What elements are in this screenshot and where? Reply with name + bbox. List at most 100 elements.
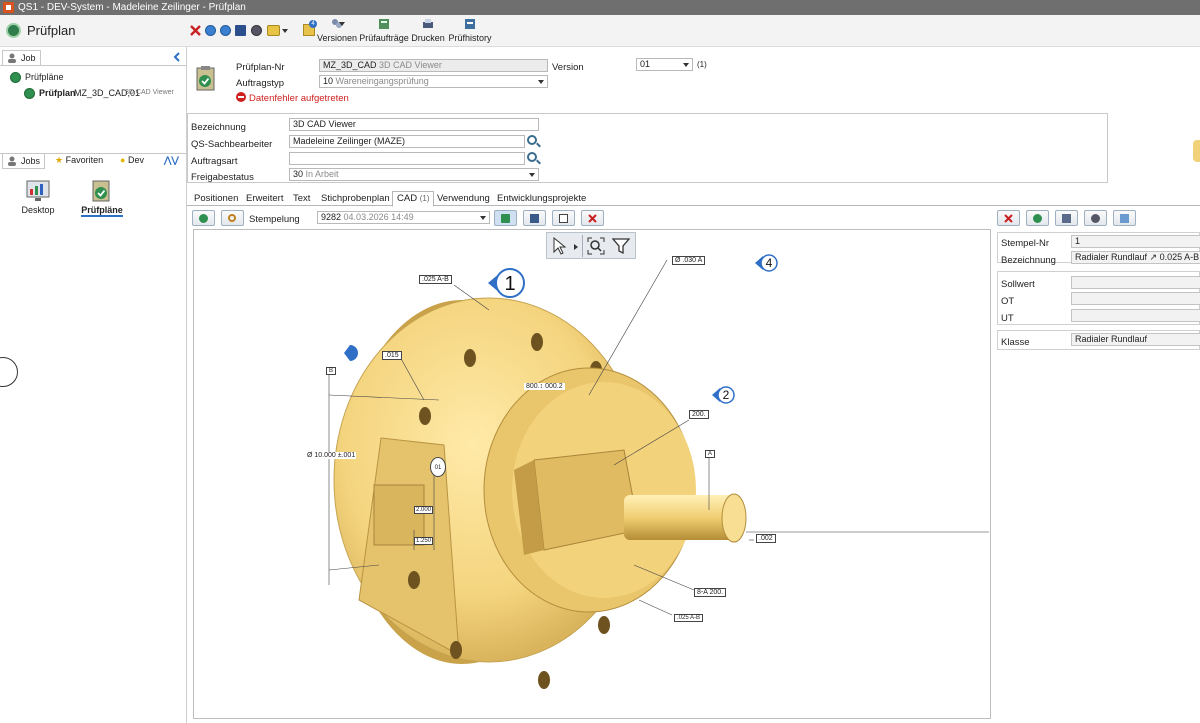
qs-input[interactable]: Madeleine Zeilinger (MAZE) xyxy=(289,135,525,148)
tab-stichprobenplan[interactable]: Stichprobenplan xyxy=(317,192,394,206)
fcf-top[interactable]: .025 A-B xyxy=(419,275,452,284)
stempel-nr-field[interactable]: 1 xyxy=(1071,235,1200,248)
table-button[interactable] xyxy=(523,210,546,226)
ot-field[interactable] xyxy=(1071,292,1200,305)
save-icon[interactable] xyxy=(235,25,246,36)
versionen-label: Versionen xyxy=(317,33,358,43)
fcf-200ab[interactable]: 8-A 200. xyxy=(694,588,727,597)
search-icon[interactable] xyxy=(527,135,537,145)
lightbulb-icon: ● xyxy=(120,155,126,165)
drucken-label: Drucken xyxy=(411,33,445,43)
stempelung-label: Stempelung xyxy=(249,214,300,225)
tab-positionen[interactable]: Positionen xyxy=(190,192,242,206)
forward-icon[interactable] xyxy=(220,25,231,36)
tab-dev-label: Dev xyxy=(127,155,144,165)
prop-doc-button[interactable] xyxy=(1113,210,1136,226)
tab-favoriten-label: Favoriten xyxy=(65,155,104,165)
dim-800[interactable]: 800.↕ 000.2 xyxy=(524,383,565,390)
fcf-025b[interactable]: .025 A-B xyxy=(674,614,704,622)
collapse-panel-icon[interactable] xyxy=(172,52,182,62)
dim-200[interactable]: 200. xyxy=(689,410,709,419)
stempelung-select[interactable]: 9282 04.03.2026 14:49 xyxy=(317,211,490,224)
delete-stamp-button[interactable] xyxy=(581,210,604,226)
tab-jobs[interactable]: Jobs xyxy=(2,154,46,169)
tab-job[interactable]: Job xyxy=(2,50,41,65)
pruefplan-icon xyxy=(196,66,215,91)
tile-pruefplaene-label: Prüfpläne xyxy=(81,205,123,217)
versionen-dropdown-icon[interactable] xyxy=(339,22,345,26)
checklist-icon xyxy=(10,72,21,83)
drucken-button[interactable]: Drucken xyxy=(410,17,446,43)
chevron-down-icon xyxy=(529,173,535,177)
add-stamp-button[interactable] xyxy=(192,210,215,226)
tab-verwendung[interactable]: Verwendung xyxy=(433,192,494,206)
tab-favoriten[interactable]: ★ Favoriten xyxy=(55,155,103,166)
datum-b[interactable]: B xyxy=(326,367,337,375)
side-handle[interactable] xyxy=(0,357,18,387)
bezeichnung-input[interactable]: 3D CAD Viewer xyxy=(289,118,539,131)
zoom-button[interactable] xyxy=(552,210,575,226)
edge-decoration xyxy=(1193,140,1200,162)
app-icon xyxy=(3,2,14,13)
prop-edit-button[interactable] xyxy=(1055,210,1078,226)
prop-refresh-button[interactable] xyxy=(1084,210,1107,226)
prop-delete-button[interactable] xyxy=(997,210,1020,226)
search-stamp-button[interactable] xyxy=(221,210,244,226)
freigabe-select[interactable]: 30 In Arbeit xyxy=(289,168,539,181)
pruefauftraege-button[interactable]: Prüfaufträge xyxy=(359,17,409,43)
cad-model[interactable] xyxy=(194,230,991,719)
search-icon[interactable] xyxy=(527,152,537,162)
star-icon: ★ xyxy=(55,155,64,165)
klasse-label: Klasse xyxy=(1001,337,1030,348)
back-icon[interactable] xyxy=(205,25,216,36)
notes-icon[interactable] xyxy=(267,25,280,36)
versionen-button[interactable]: Versionen xyxy=(317,17,357,43)
dia-10[interactable]: Ø 10.000 ±.001 xyxy=(306,452,357,459)
balloon-2[interactable]: 2 xyxy=(711,384,737,406)
prop-add-button[interactable] xyxy=(1026,210,1049,226)
chevron-right-icon[interactable] xyxy=(574,244,578,250)
filter-icon[interactable] xyxy=(612,237,630,255)
ref-01[interactable]: 01 xyxy=(430,457,446,477)
balloon-marker[interactable] xyxy=(342,344,360,364)
refresh-icon xyxy=(1091,214,1100,223)
dim-1250[interactable]: 1.250 xyxy=(414,537,434,545)
sollwert-field[interactable] xyxy=(1071,276,1200,289)
more-tabs-icon[interactable]: ⋀⋁ xyxy=(164,155,179,166)
chevron-down-icon[interactable] xyxy=(282,29,288,33)
fcf-030[interactable]: Ø .030 A xyxy=(672,256,706,265)
refresh-icon[interactable] xyxy=(251,25,262,36)
close-icon[interactable] xyxy=(190,25,201,36)
circularity-002[interactable]: .002 xyxy=(756,534,776,543)
ut-field[interactable] xyxy=(1071,309,1200,322)
tab-dev[interactable]: ● Dev xyxy=(120,155,144,165)
pruefplan-nr-field[interactable]: MZ_3D_CAD 3D CAD Viewer xyxy=(319,59,548,72)
auftragstyp-select[interactable]: 10 Wareneingangsprüfung xyxy=(319,75,548,88)
stamp-mode-button[interactable] xyxy=(494,210,517,226)
balloon-1-label: 1 xyxy=(504,273,515,295)
prop-bezeichnung-field[interactable]: Radialer Rundlauf ↗ 0.025 A-B - xyxy=(1071,251,1200,264)
tile-pruefplaene[interactable]: Prüfpläne xyxy=(80,180,124,217)
klasse-field[interactable]: Radialer Rundlauf xyxy=(1071,333,1200,346)
balloon-1[interactable]: 1 xyxy=(486,265,528,301)
tab-job-label: Job xyxy=(21,53,36,63)
cad-viewer[interactable]: 1 2 4 .025 A-B .015 Ø .030 A 800.↕ 000.2… xyxy=(193,229,991,719)
tab-text[interactable]: Text xyxy=(289,192,314,206)
tile-desktop[interactable]: Desktop xyxy=(20,180,56,215)
user-icon xyxy=(8,53,16,63)
cursor-icon[interactable] xyxy=(552,237,568,255)
tree-item-label: Prüfplan xyxy=(39,88,76,98)
dim-2000[interactable]: 2.000 xyxy=(414,506,434,514)
pruefhistory-button[interactable]: Prüfhistory xyxy=(447,17,493,43)
tab-cad[interactable]: CAD (1) xyxy=(392,191,435,207)
fcf-015[interactable]: .015 xyxy=(382,351,402,360)
datum-a[interactable]: A xyxy=(705,450,716,458)
tab-entwicklungsprojekte[interactable]: Entwicklungsprojekte xyxy=(493,192,590,206)
balloon-4[interactable]: 4 xyxy=(754,252,780,274)
auftragsart-input[interactable] xyxy=(289,152,525,165)
pruefhistory-label: Prüfhistory xyxy=(448,33,492,43)
version-select[interactable]: 01 xyxy=(636,58,693,71)
zoom-fit-icon[interactable] xyxy=(587,237,605,255)
tab-erweitert[interactable]: Erweitert xyxy=(242,192,287,206)
ut-label: UT xyxy=(1001,313,1014,324)
